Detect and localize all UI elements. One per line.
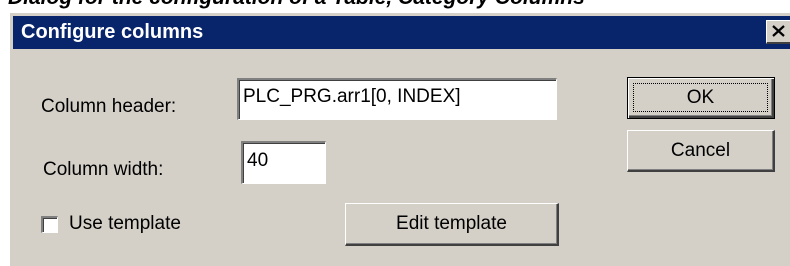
ok-focus-rect: OK (633, 83, 768, 112)
edit-template-button-label: Edit template (396, 213, 507, 234)
column-header-label: Column header: (41, 96, 177, 117)
cancel-button-label: Cancel (670, 139, 731, 161)
edit-template-button[interactable]: Edit template (345, 203, 559, 246)
column-width-label: Column width: (43, 159, 164, 180)
close-x-icon (772, 25, 785, 37)
column-header-input[interactable]: PLC_PRG.arr1[0, INDEX] (237, 78, 557, 120)
dialog-title: Configure columns (21, 21, 204, 43)
close-button[interactable] (766, 20, 790, 44)
configure-columns-dialog: Configure columns Column header: PLC_PRG… (9, 12, 790, 266)
use-template-label[interactable]: Use template (69, 213, 181, 235)
use-template-checkbox[interactable] (41, 216, 58, 233)
title-bar[interactable]: Configure columns (13, 16, 790, 49)
ok-button[interactable]: OK (627, 77, 775, 119)
column-width-input[interactable]: 40 (241, 141, 326, 184)
document-caption: Dialog for the configuration of a Table,… (8, 0, 585, 10)
ok-button-label: OK (686, 86, 715, 108)
cancel-button[interactable]: Cancel (627, 130, 775, 172)
